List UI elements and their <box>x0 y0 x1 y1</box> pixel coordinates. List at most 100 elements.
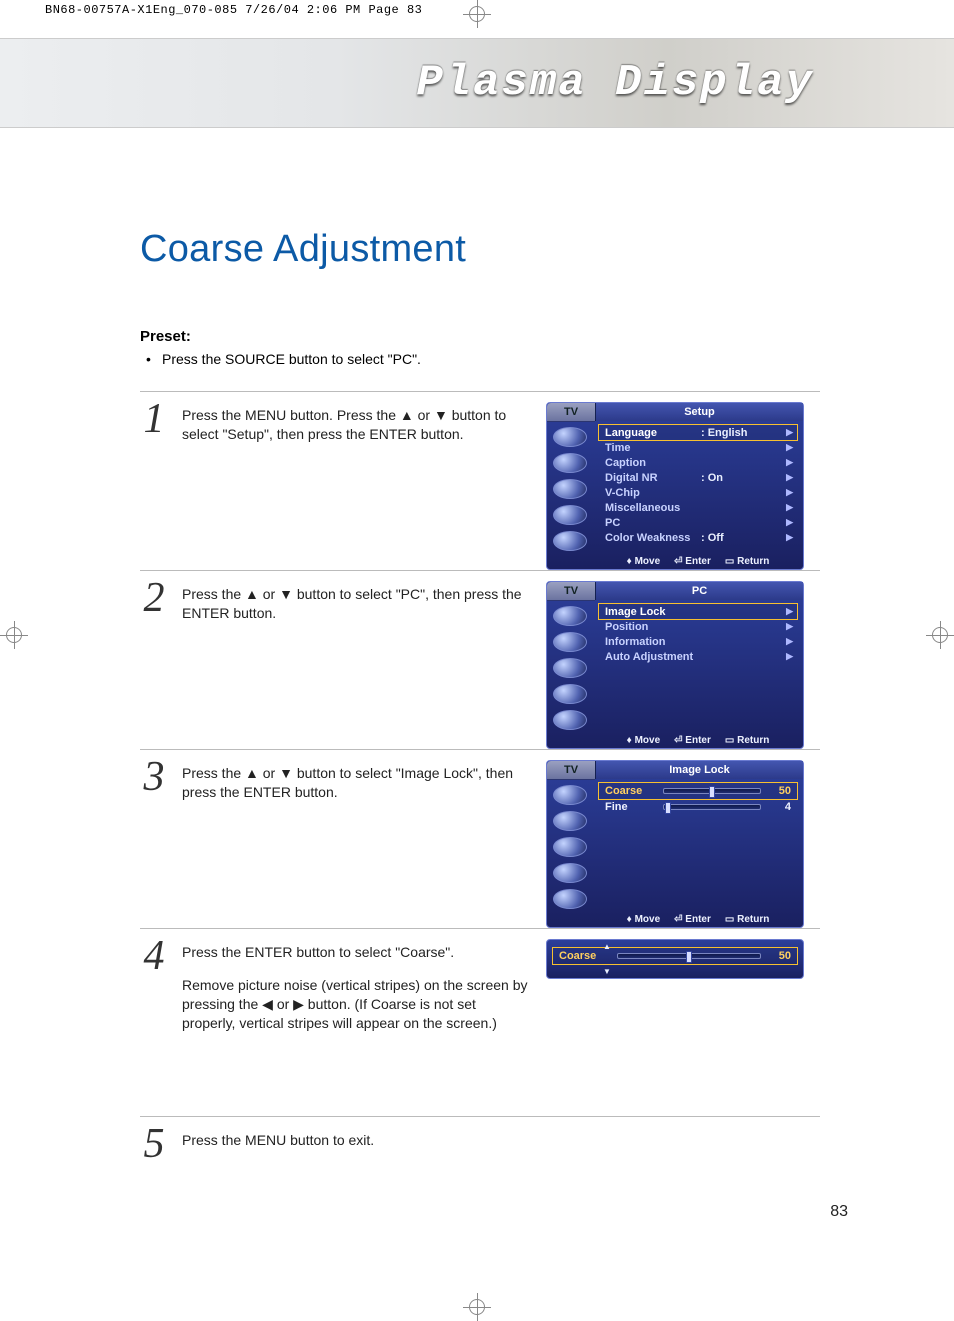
chevron-right-icon: ▶ <box>786 636 793 647</box>
hint-move: ♦ Move <box>627 914 660 925</box>
step-text-line: Remove picture noise (vertical stripes) … <box>182 976 532 1033</box>
page-title: Coarse Adjustment <box>140 230 820 268</box>
osd-item-label: Caption <box>605 457 701 469</box>
side-icon <box>553 531 587 551</box>
osd-title: Image Lock <box>595 761 803 779</box>
osd-item-label: Time <box>605 442 701 454</box>
osd-menu-item[interactable]: Position▶ <box>599 619 797 634</box>
slider-value: 50 <box>767 950 791 962</box>
slider-thumb-icon[interactable] <box>686 951 692 963</box>
slider-value: 4 <box>767 801 791 813</box>
step-text: Press the ▲ or ▼ button to select "Image… <box>182 760 532 802</box>
osd-menu-item[interactable]: Color Weakness: Off ▶ <box>599 530 797 545</box>
preset-instruction: Press the SOURCE button to select "PC". <box>140 351 820 367</box>
step-number: 3 <box>140 756 168 798</box>
osd-source-tab: TV <box>547 403 595 422</box>
slider-row[interactable]: Fine 4 <box>599 799 797 815</box>
osd-title: Setup <box>595 403 803 421</box>
osd-menu-item[interactable]: Caption ▶ <box>599 455 797 470</box>
osd-menu-item[interactable]: V-Chip ▶ <box>599 485 797 500</box>
side-icon <box>553 863 587 883</box>
osd-source-tab: TV <box>547 582 595 601</box>
osd-menu-item[interactable]: Image Lock▶ <box>599 604 797 619</box>
side-icon <box>553 427 587 447</box>
print-header: BN68-00757A-X1Eng_070-085 7/26/04 2:06 P… <box>45 0 422 20</box>
slider-row-coarse: Coarse 50 <box>553 948 797 964</box>
preset-heading: Preset: <box>140 328 820 345</box>
step-row: 1 Press the MENU button. Press the ▲ or … <box>140 391 820 570</box>
chevron-right-icon: ▶ <box>786 532 793 543</box>
hint-return: ▭ Return <box>725 556 769 567</box>
crop-mark-icon <box>463 0 491 28</box>
osd-item-label: Auto Adjustment <box>605 651 701 663</box>
osd-menu-item[interactable]: Time ▶ <box>599 440 797 455</box>
caret-down-icon: ▼ <box>603 967 611 976</box>
side-icon <box>553 453 587 473</box>
side-icon <box>553 889 587 909</box>
side-icon <box>553 710 587 730</box>
side-icon <box>553 684 587 704</box>
step-number: 4 <box>140 935 168 977</box>
osd-side-icons <box>547 779 595 909</box>
osd-menu-item[interactable]: Auto Adjustment▶ <box>599 649 797 664</box>
osd-item-value: : Off <box>701 532 751 544</box>
slider-label: Coarse <box>605 785 657 797</box>
side-icon <box>553 658 587 678</box>
chevron-right-icon: ▶ <box>786 442 793 453</box>
osd-source-tab: TV <box>547 761 595 780</box>
osd-item-label: V-Chip <box>605 487 701 499</box>
osd-item-value: : On <box>701 472 751 484</box>
crop-mark-icon <box>463 1293 491 1321</box>
chevron-right-icon: ▶ <box>786 621 793 632</box>
side-icon <box>553 811 587 831</box>
chevron-right-icon: ▶ <box>786 606 793 617</box>
slider-track[interactable] <box>663 804 761 810</box>
osd-footer: ♦ Move ⏎ Enter ▭ Return <box>599 735 797 746</box>
step-text: Press the MENU button. Press the ▲ or ▼ … <box>182 402 532 444</box>
hint-enter: ⏎ Enter <box>674 556 711 567</box>
slider-thumb-icon[interactable] <box>709 786 715 798</box>
caret-up-icon: ▲ <box>603 942 611 951</box>
osd-menu-item[interactable]: PC ▶ <box>599 515 797 530</box>
page-banner: Plasma Display <box>0 38 954 128</box>
hint-return: ▭ Return <box>725 914 769 925</box>
banner-title: Plasma Display <box>416 58 814 108</box>
osd-menu-item[interactable]: Information▶ <box>599 634 797 649</box>
chevron-right-icon: ▶ <box>786 517 793 528</box>
slider-track[interactable] <box>663 788 761 794</box>
chevron-right-icon: ▶ <box>786 472 793 483</box>
slider-label: Fine <box>605 801 657 813</box>
slider-label: Coarse <box>559 950 611 962</box>
osd-menu-item[interactable]: Language: English▶ <box>599 425 797 440</box>
step-row: 3 Press the ▲ or ▼ button to select "Ima… <box>140 749 820 928</box>
slider-thumb-icon[interactable] <box>665 802 671 814</box>
page-number: 83 <box>830 1203 848 1221</box>
osd-item-label: Digital NR <box>605 472 701 484</box>
osd-footer: ♦ Move ⏎ Enter ▭ Return <box>599 914 797 925</box>
slider-row[interactable]: Coarse50 <box>599 783 797 799</box>
chevron-right-icon: ▶ <box>786 427 793 438</box>
slider-track[interactable] <box>617 953 761 959</box>
osd-menu-item[interactable]: Digital NR: On ▶ <box>599 470 797 485</box>
chevron-right-icon: ▶ <box>786 502 793 513</box>
chevron-right-icon: ▶ <box>786 487 793 498</box>
osd-item-label: PC <box>605 517 701 529</box>
side-icon <box>553 606 587 626</box>
chevron-right-icon: ▶ <box>786 457 793 468</box>
osd-item-label: Miscellaneous <box>605 502 701 514</box>
step-text: Press the ENTER button to select "Coarse… <box>182 939 532 1033</box>
hint-move: ♦ Move <box>627 735 660 746</box>
osd-item-value: : English <box>701 427 751 439</box>
osd-title: PC <box>595 582 803 600</box>
osd-footer: ♦ Move ⏎ Enter ▭ Return <box>599 556 797 567</box>
osd-imagelock-panel: TV Image Lock Coarse50 Fine 4 <box>546 760 804 928</box>
osd-item-label: Color Weakness <box>605 532 701 544</box>
osd-setup-panel: TV Setup Language: English▶Time▶Caption▶… <box>546 402 804 570</box>
step-number: 1 <box>140 398 168 440</box>
osd-side-icons <box>547 600 595 730</box>
osd-menu-item[interactable]: Miscellaneous ▶ <box>599 500 797 515</box>
step-row: 5 Press the MENU button to exit. <box>140 1116 820 1176</box>
step-text: Press the ▲ or ▼ button to select "PC", … <box>182 581 532 623</box>
side-icon <box>553 785 587 805</box>
crop-mark-icon <box>0 621 28 649</box>
